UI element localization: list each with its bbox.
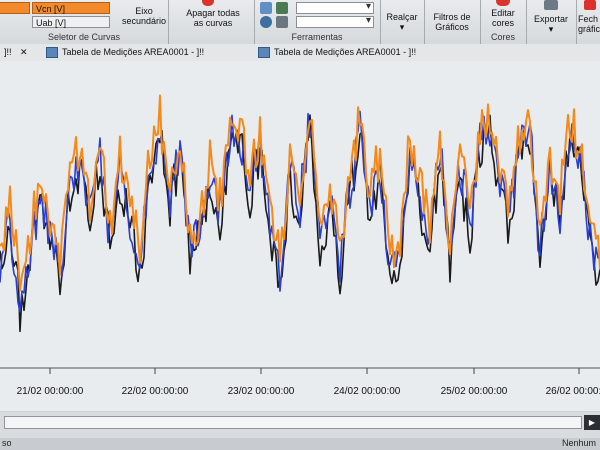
seletor-group-label: Seletor de Curvas [47, 32, 121, 42]
x-tick-label: 23/02 00:00:00 [228, 386, 295, 397]
x-tick-label: 22/02 00:00:00 [122, 386, 189, 397]
editar-label: Editar [491, 8, 515, 18]
group-exportar: Exportar ▾ [526, 0, 577, 44]
zoom-icon[interactable] [260, 2, 272, 14]
close-icon[interactable]: ✕ [20, 47, 28, 57]
search-icon[interactable] [260, 16, 272, 28]
fech-label: Fech [578, 14, 599, 24]
chevron-down-icon: ▾ [548, 24, 554, 34]
apagar-label-2: as curvas [193, 18, 233, 28]
apagar-label: Apagar todas [186, 8, 240, 18]
x-tick-label: 21/02 00:00:00 [17, 386, 84, 397]
series-line-3 [0, 94, 600, 292]
exportar-label: Exportar [533, 14, 568, 24]
group-cores: Editar cores Cores [480, 0, 527, 44]
chart-svg: 21/02 00:00:00 22/02 00:00:00 23/02 00:00:… [0, 94, 600, 397]
realcar-label: Realçar [386, 12, 418, 22]
curve-field-uab[interactable]: Uab [V] [32, 16, 110, 28]
cores-group-label: Cores [490, 32, 515, 42]
x-tick-label: 26/02 00:00:00 [546, 386, 600, 397]
x-tick-label: 25/02 00:00:00 [441, 386, 508, 397]
editar-label-2: cores [491, 18, 514, 28]
tab-bar: ]!! ✕ Tabela de Medições AREA0001 - ]!! … [0, 44, 600, 62]
table-icon [46, 47, 58, 59]
palette-icon [496, 0, 510, 6]
scroll-right-icon[interactable]: ▶ [584, 415, 600, 430]
pan-icon[interactable] [276, 2, 288, 14]
filtros-label-2: Gráficos [435, 22, 469, 32]
scrollbar-track[interactable] [4, 416, 582, 429]
close-chart-icon [584, 0, 596, 10]
filtros-button[interactable]: Filtros de Gráficos [426, 12, 478, 32]
delete-curves-icon [202, 0, 214, 6]
eixo-label-2: secundário [121, 16, 167, 26]
tab-tabela-medicoes-1[interactable]: Tabela de Medições AREA0001 - ]!! [46, 46, 204, 59]
fech-label-2: gráfic [578, 24, 600, 34]
realcar-button[interactable]: Realçar ▾ [382, 12, 422, 32]
fechar-grafico-button[interactable]: Fech gráfic [578, 14, 600, 34]
group-seletor-curvas: Vcn [V] Uab [V] Eixo secundário Seletor … [0, 0, 169, 44]
ribbon-toolbar: Vcn [V] Uab [V] Eixo secundário Seletor … [0, 0, 600, 45]
tab-tabela-medicoes-2[interactable]: Tabela de Medições AREA0001 - ]!! [258, 46, 416, 59]
chart-area[interactable]: 21/02 00:00:00 22/02 00:00:00 23/02 00:00:… [0, 61, 600, 411]
tab-current[interactable]: ]!! ✕ [4, 46, 28, 59]
tool-dropdown-2[interactable] [296, 15, 374, 28]
tool-dropdown-1[interactable] [296, 1, 374, 14]
eixo-label: Eixo [135, 6, 153, 16]
group-realcar: Realçar ▾ [380, 0, 425, 44]
curve-field-vcn[interactable]: Vcn [V] [32, 2, 110, 14]
tab-1-label: Tabela de Medições AREA0001 - ]!! [62, 47, 205, 57]
status-left-text: so [2, 438, 12, 448]
series-layer [0, 94, 600, 333]
group-apagar: Apagar todas as curvas [168, 0, 255, 44]
group-ferramentas: Ferramentas [254, 0, 381, 44]
curve-field-1[interactable] [0, 2, 30, 14]
x-tick-label: 24/02 00:00:00 [334, 386, 401, 397]
tab-current-label: ]!! [4, 47, 12, 57]
status-bar: so Nenhum [0, 438, 600, 450]
group-fechar: Fech gráfic [576, 0, 600, 44]
group-filtros: Filtros de Gráficos [424, 0, 481, 44]
filtros-label: Filtros de [433, 12, 471, 22]
ferramentas-group-label: Ferramentas [291, 32, 343, 42]
tab-2-label: Tabela de Medições AREA0001 - ]!! [274, 47, 417, 57]
chevron-down-icon: ▾ [399, 22, 405, 32]
status-right-text: Nenhum [562, 438, 597, 448]
editar-cores-button[interactable]: Editar cores [482, 8, 524, 28]
apagar-curvas-button[interactable]: Apagar todas as curvas [180, 8, 246, 28]
exportar-button[interactable]: Exportar ▾ [528, 14, 574, 34]
table-icon [258, 47, 270, 59]
x-ticks: 21/02 00:00:00 22/02 00:00:00 23/02 00:00:… [17, 368, 600, 397]
horizontal-scrollbar[interactable]: ▶ [0, 412, 600, 438]
cursor-icon[interactable] [276, 16, 288, 28]
eixo-secundario-button[interactable]: Eixo secundário [116, 6, 172, 26]
export-icon [544, 0, 558, 10]
